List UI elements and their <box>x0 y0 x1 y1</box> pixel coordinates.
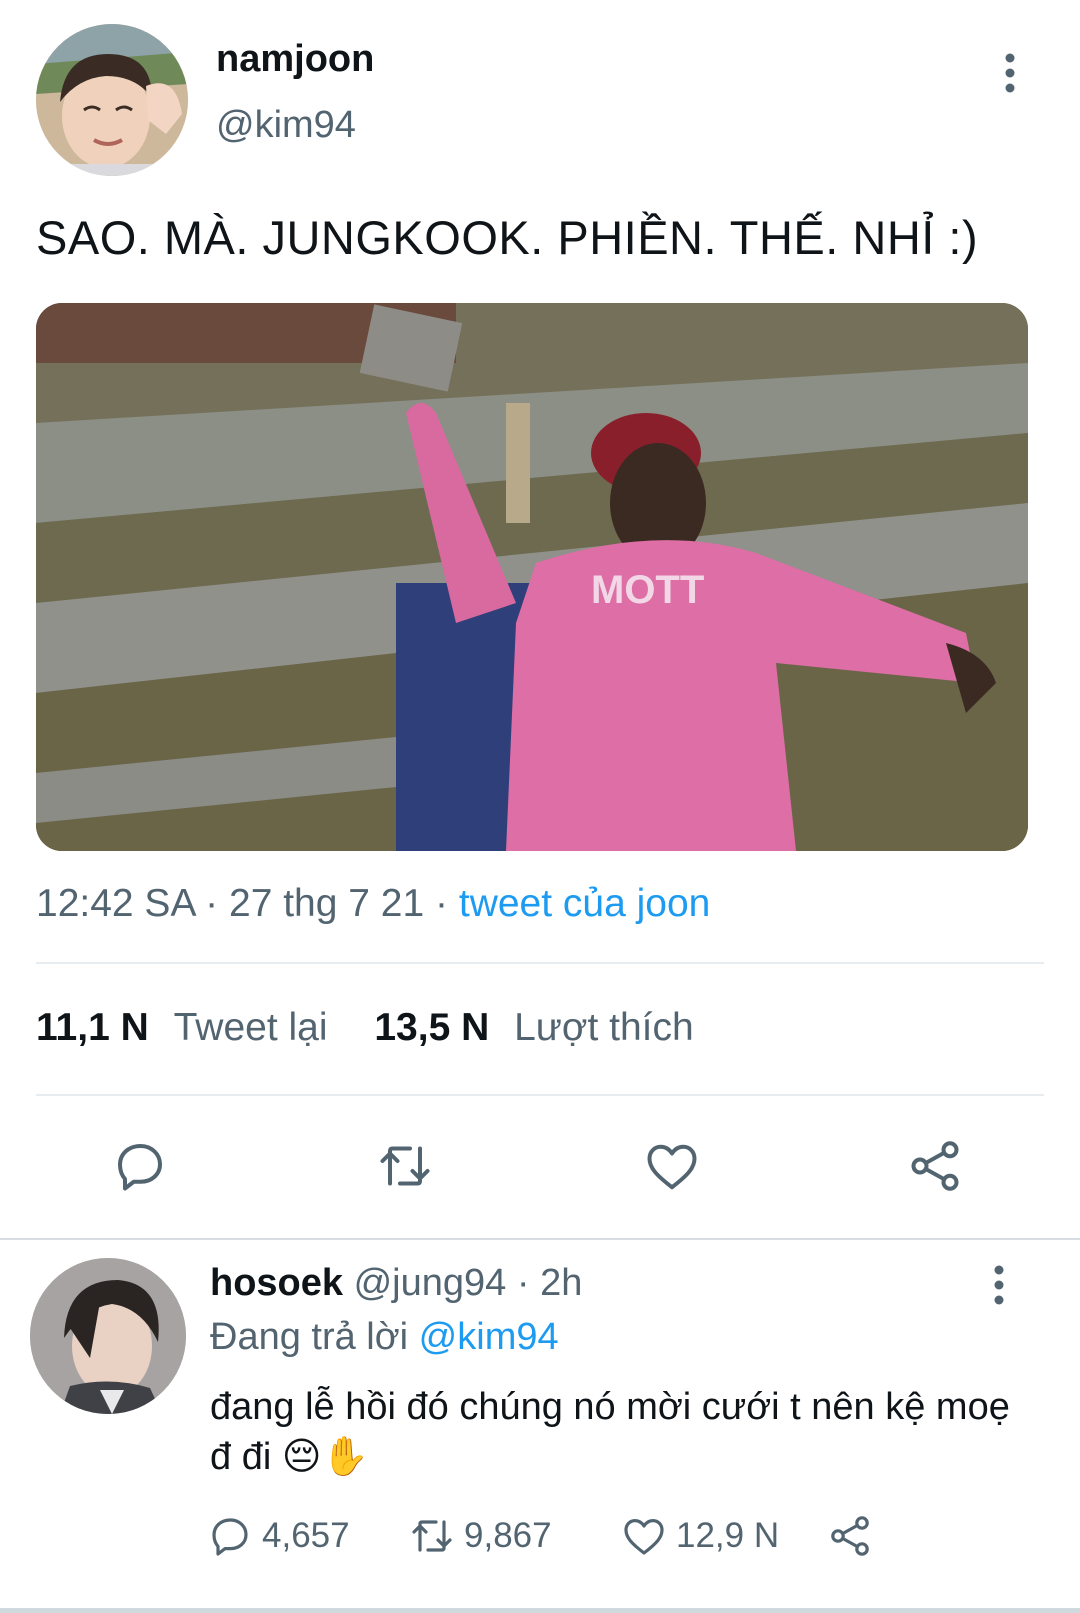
author-handle[interactable]: @kim94 <box>216 104 356 147</box>
reply-like-action[interactable]: 12,9 N <box>620 1510 779 1562</box>
tweet-date: 27 thg 7 21 <box>229 882 425 925</box>
meta-separator: · <box>205 882 219 925</box>
replying-label: Đang trả lời <box>210 1316 409 1358</box>
retweet-icon <box>412 1520 452 1552</box>
tweet-stats: 11,1 N Tweet lại 13,5 N Lượt thích <box>36 1006 694 1050</box>
meta-separator: · <box>435 882 449 925</box>
like-icon[interactable] <box>642 1136 702 1196</box>
like-count: 12,9 N <box>676 1516 780 1555</box>
bottom-divider <box>0 1608 1080 1613</box>
likes-label[interactable]: Lượt thích <box>514 1006 694 1049</box>
reply-icon[interactable] <box>110 1136 170 1196</box>
reply-count: 4,657 <box>262 1516 350 1555</box>
author-avatar[interactable] <box>36 24 188 176</box>
like-icon <box>624 1519 664 1555</box>
tweet-text: SAO. MÀ. JUNGKOOK. PHIỀN. THẾ. NHỈ :) <box>36 211 979 264</box>
share-icon <box>831 1516 869 1556</box>
retweets-label[interactable]: Tweet lại <box>174 1006 328 1049</box>
reply-retweet-action[interactable]: 9,867 <box>408 1510 552 1562</box>
reply-author-avatar[interactable] <box>30 1258 186 1414</box>
likes-count[interactable]: 13,5 N <box>374 1006 489 1049</box>
reply-share-action[interactable] <box>826 1510 882 1562</box>
share-icon[interactable] <box>905 1136 965 1196</box>
retweet-icon[interactable] <box>375 1136 435 1196</box>
reply-reply-action[interactable]: 4,657 <box>206 1510 350 1562</box>
section-separator <box>0 1238 1080 1240</box>
reply-header: hosoek @jung94 · 2h <box>210 1262 582 1305</box>
author-name[interactable]: namjoon <box>216 38 374 81</box>
reply-text: đang lễ hồi đó chúng nó mời cưới t nên k… <box>210 1386 1010 1478</box>
divider <box>36 962 1044 964</box>
reply-author-handle[interactable]: @jung94 <box>354 1262 507 1304</box>
retweets-count[interactable]: 11,1 N <box>36 1006 149 1049</box>
replying-to: Đang trả lời @kim94 <box>210 1316 559 1359</box>
meta-separator: · <box>516 1262 530 1304</box>
replying-to-mention[interactable]: @kim94 <box>419 1316 559 1358</box>
tweet-time: 12:42 SA <box>36 882 195 925</box>
svg-text:MOTT: MOTT <box>591 568 704 612</box>
tweet-media-image[interactable]: MOTT <box>36 303 1028 851</box>
reply-author-name[interactable]: hosoek <box>210 1262 343 1304</box>
more-vertical-icon[interactable] <box>998 52 1022 96</box>
tweet-source-link[interactable]: tweet của joon <box>459 882 711 925</box>
reply-age: 2h <box>540 1262 583 1304</box>
tweet-meta: 12:42 SA · 27 thg 7 21 · tweet của joon <box>36 882 710 926</box>
divider <box>36 1094 1044 1096</box>
tweet-detail-screen: namjoon @kim94 SAO. MÀ. JUNGKOOK. PHIỀN.… <box>0 0 1080 1613</box>
reply-icon <box>212 1518 248 1556</box>
retweet-count: 9,867 <box>464 1516 552 1555</box>
more-vertical-icon[interactable] <box>987 1264 1011 1308</box>
